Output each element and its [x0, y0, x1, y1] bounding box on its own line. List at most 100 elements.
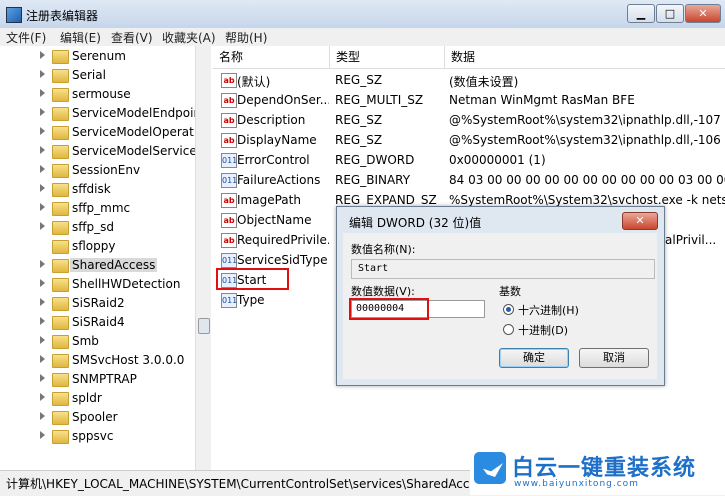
scrollbar-thumb[interactable]: [198, 318, 210, 334]
value-row[interactable]: 011 FailureActions REG_BINARY 84 03 00 00 0…: [213, 170, 725, 190]
expand-arrow-icon[interactable]: [40, 279, 45, 287]
column-header-type[interactable]: 类型: [330, 46, 445, 69]
menu-favorites[interactable]: 收藏夹(A): [162, 29, 216, 46]
expand-arrow-icon[interactable]: [40, 393, 45, 401]
expand-arrow-icon[interactable]: [40, 70, 45, 78]
tree-item[interactable]: Spooler: [0, 408, 195, 427]
radio-hex-label[interactable]: 十六进制(H): [518, 302, 579, 318]
tree-item[interactable]: ServiceModelOperatio: [0, 123, 205, 142]
value-type: REG_SZ: [335, 113, 383, 127]
expand-arrow-icon[interactable]: [40, 146, 45, 154]
tree-scrollbar[interactable]: [195, 46, 211, 470]
tree-item[interactable]: sermouse: [0, 85, 195, 104]
tree-item[interactable]: SiSRaid2: [0, 294, 195, 313]
expand-arrow-icon[interactable]: [40, 184, 45, 192]
tree-item-label: sffp_sd: [72, 220, 115, 234]
window-title: 注册表编辑器: [26, 9, 99, 23]
folder-icon: [52, 430, 69, 444]
close-icon: ✕: [698, 7, 708, 20]
expand-arrow-icon[interactable]: [40, 260, 45, 268]
value-type: REG_SZ: [335, 73, 383, 87]
string-value-icon: ab: [221, 113, 237, 128]
tree-item[interactable]: ServiceModelService 3: [0, 142, 208, 161]
expand-arrow-icon[interactable]: [40, 298, 45, 306]
watermark-url: www.baiyunxitong.com: [514, 479, 639, 489]
tree-item-selected[interactable]: SharedAccess: [0, 256, 195, 275]
value-data: %SystemRoot%\System32\svchost.exe -k net…: [449, 193, 725, 207]
value-name: FailureActions: [237, 173, 321, 187]
value-data: Netman WinMgmt RasMan BFE: [449, 93, 635, 107]
ok-button[interactable]: 确定: [499, 348, 569, 368]
expand-arrow-icon[interactable]: [40, 317, 45, 325]
expand-arrow-icon[interactable]: [40, 108, 45, 116]
tree-item[interactable]: SiSRaid4: [0, 313, 195, 332]
tree-item[interactable]: Serial: [0, 66, 195, 85]
tree-item-label: SharedAccess: [70, 258, 158, 272]
tree-item[interactable]: spldr: [0, 389, 195, 408]
value-row[interactable]: ab DependOnSer... REG_MULTI_SZ Netman WinMg…: [213, 90, 725, 110]
radio-hex[interactable]: [503, 304, 514, 315]
tree-item[interactable]: SNMPTRAP: [0, 370, 195, 389]
expand-arrow-icon[interactable]: [40, 203, 45, 211]
minimize-button[interactable]: ▁: [627, 4, 655, 23]
folder-icon: [52, 335, 69, 349]
menu-help[interactable]: 帮助(H): [225, 29, 267, 46]
radix-label: 基数: [499, 285, 521, 298]
column-header-name[interactable]: 名称: [213, 46, 330, 69]
tree-item[interactable]: SMSvcHost 3.0.0.0: [0, 351, 195, 370]
maximize-icon: □: [664, 7, 676, 20]
cancel-button[interactable]: 取消: [579, 348, 649, 368]
radio-dec[interactable]: [503, 324, 514, 335]
tree-item[interactable]: Serenum: [0, 47, 195, 66]
expand-arrow-icon[interactable]: [40, 222, 45, 230]
value-row[interactable]: ab DisplayName REG_SZ @%SystemRoot%\system3…: [213, 130, 725, 150]
watermark: 白云一键重装系统 www.baiyunxitong.com: [470, 448, 725, 495]
value-row[interactable]: ab Description REG_SZ @%SystemRoot%\system3…: [213, 110, 725, 130]
expand-arrow-icon[interactable]: [40, 336, 45, 344]
tree-item[interactable]: sffp_mmc: [0, 199, 195, 218]
expand-arrow-icon[interactable]: [40, 165, 45, 173]
dialog-close-button[interactable]: ✕: [622, 212, 658, 230]
tree-item[interactable]: SessionEnv: [0, 161, 195, 180]
string-value-icon: ab: [221, 193, 237, 208]
folder-icon: [52, 316, 69, 330]
status-path: 计算机\HKEY_LOCAL_MACHINE\SYSTEM\CurrentCon…: [6, 477, 490, 491]
expand-arrow-icon[interactable]: [40, 89, 45, 97]
tree-item[interactable]: ShellHWDetection: [0, 275, 195, 294]
tree-item[interactable]: sffdisk: [0, 180, 195, 199]
value-row[interactable]: ab (默认) REG_SZ (数值未设置): [213, 70, 725, 90]
menu-edit[interactable]: 编辑(E): [60, 29, 101, 46]
value-name: ObjectName: [237, 213, 312, 227]
binary-value-icon: 011: [221, 253, 237, 268]
maximize-button[interactable]: □: [656, 4, 684, 23]
value-data-label: 数值数据(V):: [351, 285, 415, 298]
tree-item-label: SMSvcHost 3.0.0.0: [72, 353, 185, 367]
expand-arrow-icon[interactable]: [40, 355, 45, 363]
expand-arrow-icon[interactable]: [40, 127, 45, 135]
string-value-icon: ab: [221, 213, 237, 228]
close-button[interactable]: ✕: [685, 4, 721, 23]
folder-icon: [52, 126, 69, 140]
expand-arrow-icon[interactable]: [40, 51, 45, 59]
tree-item[interactable]: sffp_sd: [0, 218, 195, 237]
tree-item-label: Smb: [72, 334, 99, 348]
value-name: ImagePath: [237, 193, 301, 207]
tree-item[interactable]: sppsvc: [0, 427, 195, 446]
tree-item-label: Spooler: [72, 410, 118, 424]
value-row[interactable]: 011 ErrorControl REG_DWORD 0x00000001 (1): [213, 150, 725, 170]
menu-file[interactable]: 文件(F): [6, 29, 46, 46]
tree-item-label: SiSRaid4: [72, 315, 125, 329]
watermark-title: 白云一键重装系统: [512, 456, 697, 481]
radio-dec-label[interactable]: 十进制(D): [518, 322, 568, 338]
data-highlight-box: [349, 298, 429, 320]
expand-arrow-icon[interactable]: [40, 431, 45, 439]
expand-arrow-icon[interactable]: [40, 374, 45, 382]
column-header-data[interactable]: 数据: [445, 46, 725, 69]
tree-item[interactable]: ServiceModelEndpoin: [0, 104, 201, 123]
tree-item[interactable]: sfloppy: [0, 237, 195, 256]
expand-arrow-icon[interactable]: [40, 412, 45, 420]
tree-item-label: SNMPTRAP: [72, 372, 137, 386]
menu-view[interactable]: 查看(V): [111, 29, 153, 46]
folder-icon: [52, 259, 69, 273]
tree-item[interactable]: Smb: [0, 332, 195, 351]
